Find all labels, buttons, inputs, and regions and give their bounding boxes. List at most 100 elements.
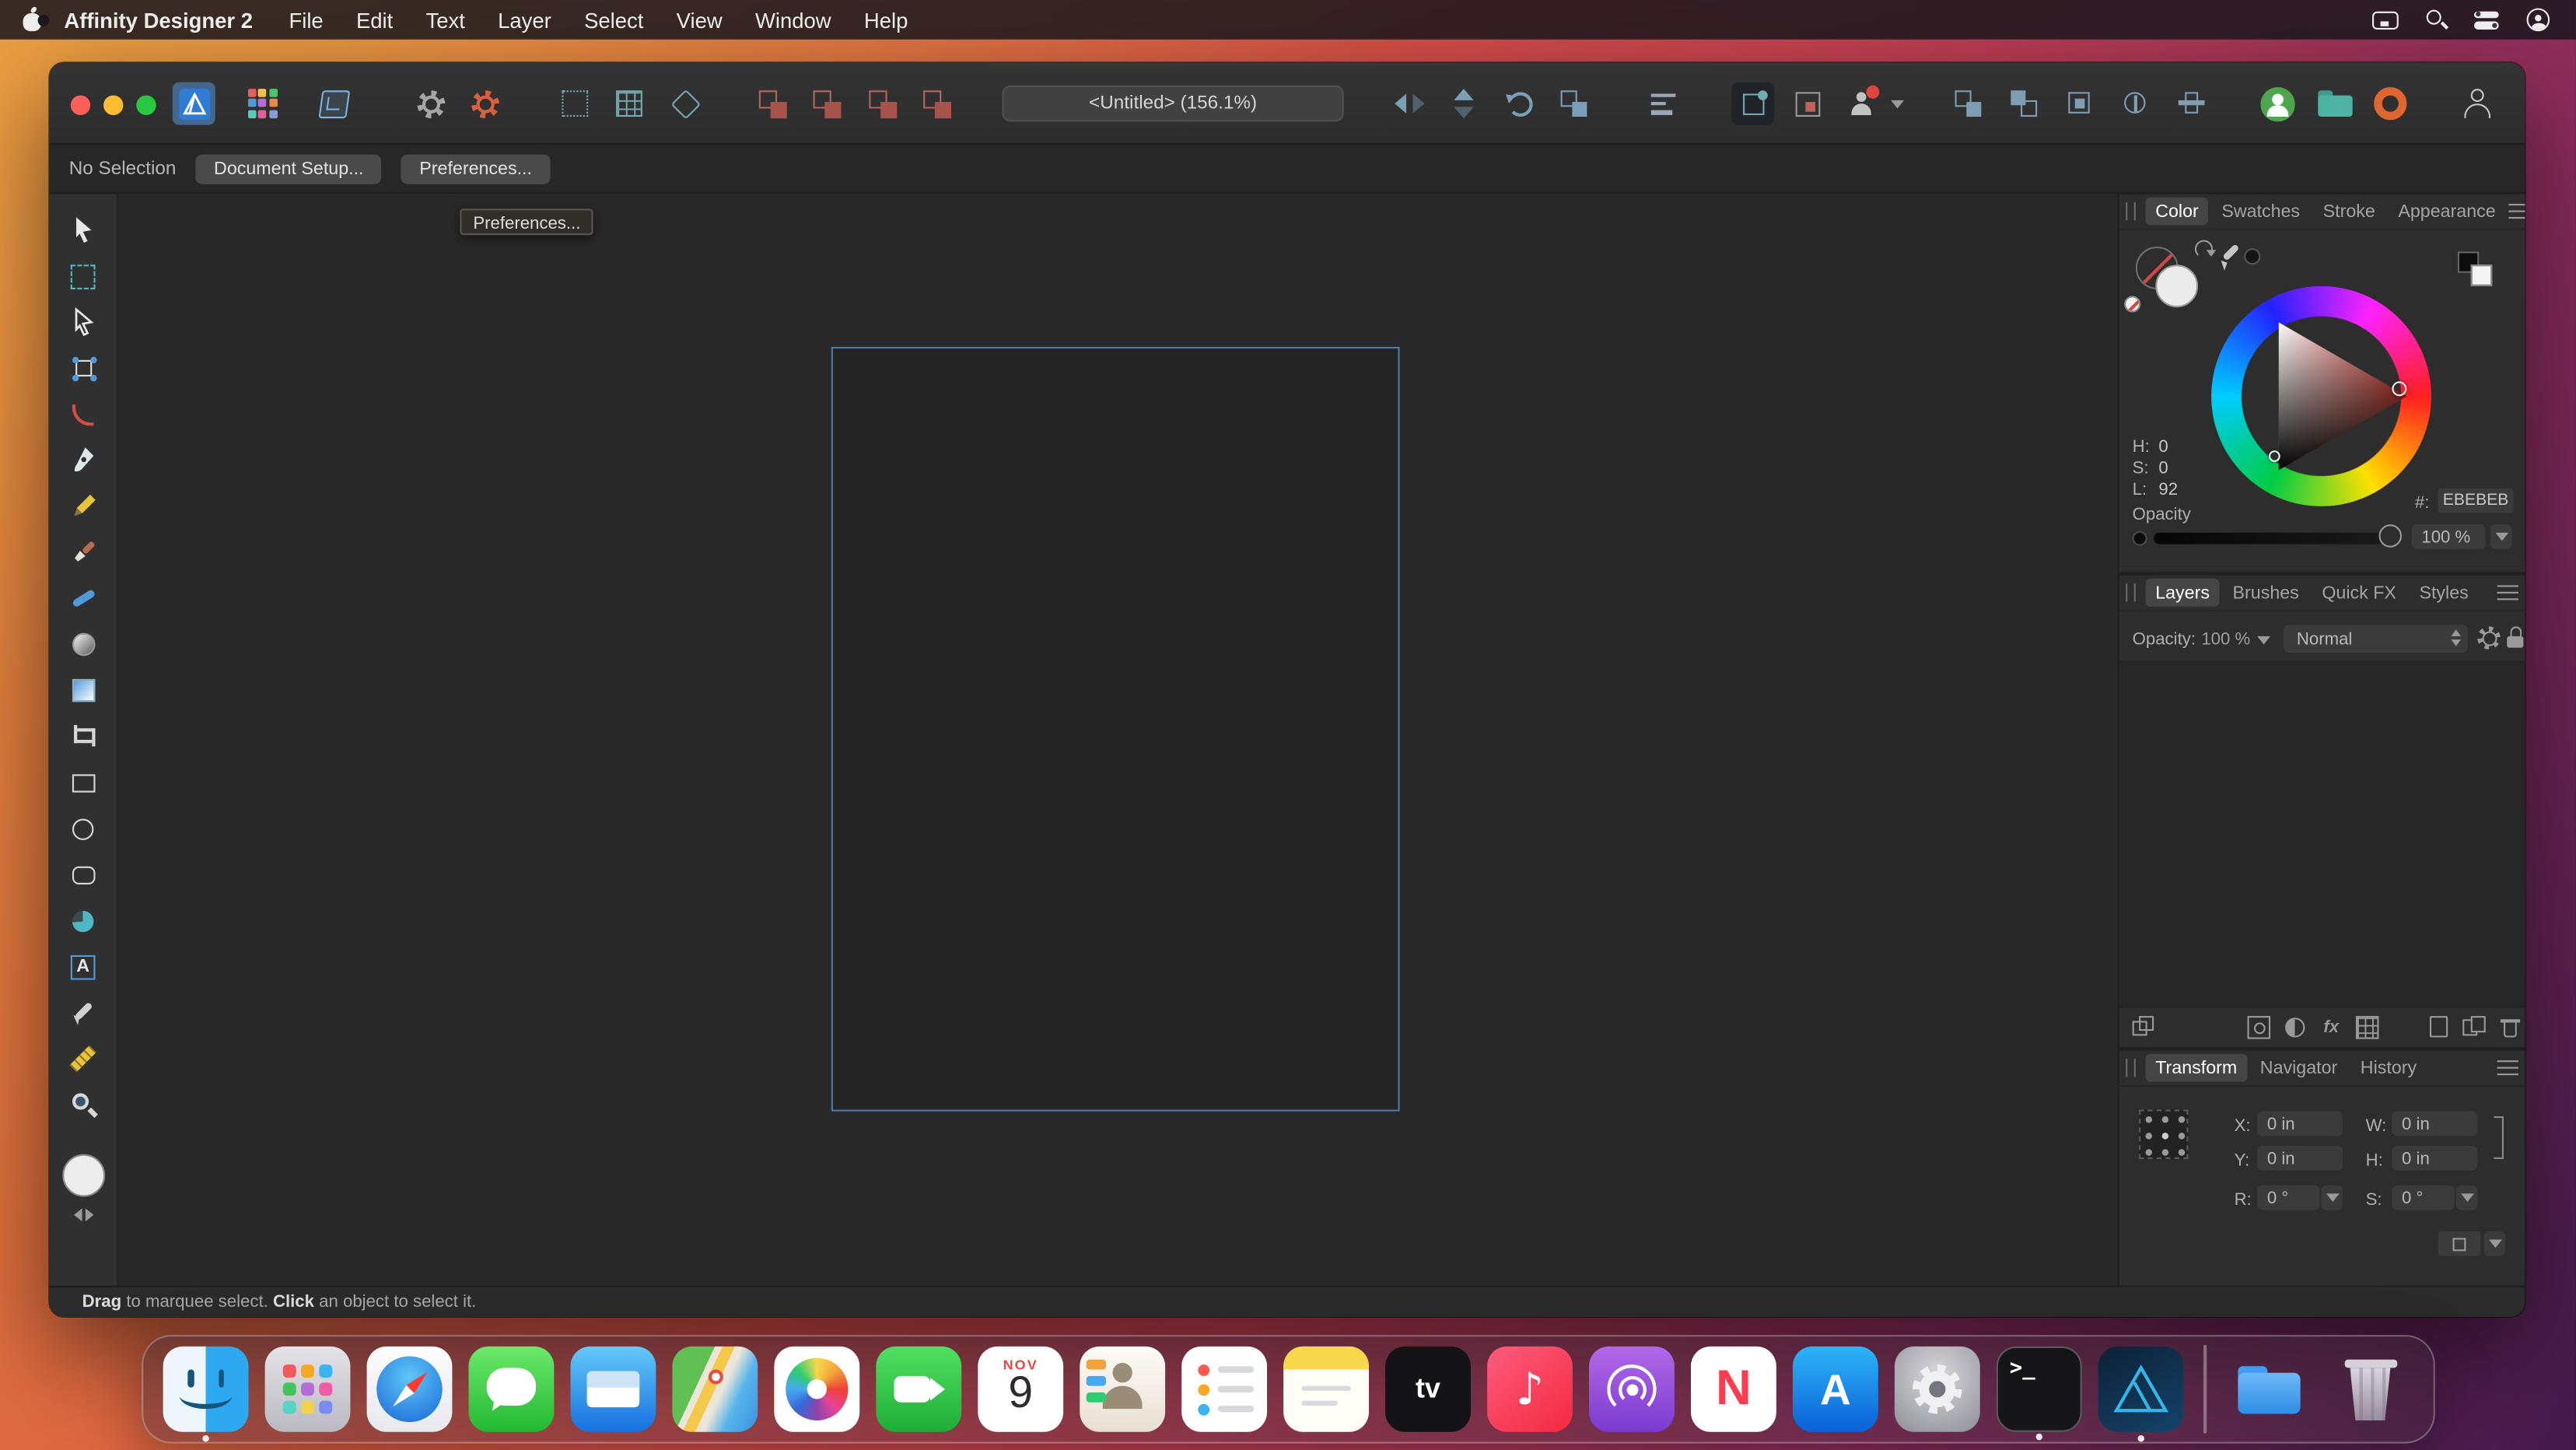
snap-dots-icon[interactable]: [554, 82, 597, 125]
transform-origin-chevron-down-icon[interactable]: [2484, 1231, 2505, 1256]
align-icon[interactable]: [1641, 82, 1684, 125]
node-tool-icon[interactable]: [63, 303, 103, 342]
account-badge-icon[interactable]: [2256, 82, 2298, 125]
document-setup-button[interactable]: Document Setup...: [196, 154, 382, 184]
arrange-backward-icon[interactable]: [2003, 82, 2046, 125]
rotation-chevron-down-icon[interactable]: [2322, 1186, 2343, 1210]
vector-brush-tool-icon[interactable]: [63, 579, 103, 618]
flip-horizontal-icon[interactable]: [1388, 82, 1431, 125]
menu-window[interactable]: Window: [755, 8, 831, 33]
default-white-swatch[interactable]: [2471, 264, 2492, 285]
dock-apple-tv[interactable]: tv: [1385, 1347, 1471, 1432]
live-filter-icon[interactable]: [2356, 1016, 2379, 1039]
tab-styles[interactable]: Styles: [2410, 579, 2479, 607]
dock-messages[interactable]: [469, 1347, 555, 1432]
rotation-field[interactable]: 0 °: [2257, 1186, 2319, 1210]
text-tool-icon[interactable]: A: [63, 947, 103, 986]
artboard-tool-icon[interactable]: [63, 257, 103, 296]
tab-transform[interactable]: Transform: [2146, 1054, 2247, 1082]
rectangle-tool-icon[interactable]: [63, 763, 103, 803]
insert-behind-icon[interactable]: [751, 82, 793, 125]
dock-affinity-designer[interactable]: [2098, 1347, 2184, 1432]
hex-input[interactable]: EBEBEB: [2438, 489, 2514, 513]
opacity-slider-track[interactable]: [2154, 533, 2390, 545]
dock-contacts[interactable]: [1080, 1347, 1165, 1432]
pixel-persona-icon[interactable]: [241, 82, 284, 125]
lock-icon[interactable]: [2507, 626, 2523, 647]
dock-trash[interactable]: [2327, 1347, 2413, 1432]
assistant-icon[interactable]: [1840, 82, 1883, 125]
dock-app-store[interactable]: A: [1793, 1347, 1878, 1432]
color-selector-marker[interactable]: [2392, 381, 2406, 396]
dock-podcasts[interactable]: [1589, 1347, 1675, 1432]
arrange-forward-icon[interactable]: [1947, 82, 1990, 125]
layer-effects-icon[interactable]: fx: [2319, 1016, 2343, 1039]
app-menu-title[interactable]: Affinity Designer 2: [64, 8, 253, 33]
dock-news[interactable]: N: [1691, 1347, 1776, 1432]
menu-view[interactable]: View: [677, 8, 723, 33]
menu-layer[interactable]: Layer: [498, 8, 551, 33]
dock-maps[interactable]: [672, 1347, 758, 1432]
user-menu-icon[interactable]: [2527, 9, 2550, 32]
transparency-tool-icon[interactable]: [63, 671, 103, 710]
layers-opacity-value[interactable]: 100 %: [2201, 629, 2250, 649]
dock-music[interactable]: ♪: [1487, 1347, 1573, 1432]
split-view-icon[interactable]: [2170, 82, 2213, 125]
menu-help[interactable]: Help: [864, 8, 908, 33]
dock-reminders[interactable]: [1181, 1347, 1267, 1432]
x-field[interactable]: 0 in: [2257, 1112, 2343, 1137]
panel-menu-icon[interactable]: [2497, 585, 2518, 600]
replace-selection-icon[interactable]: [915, 82, 957, 125]
shapes-tool-icon[interactable]: [63, 901, 103, 940]
opacity-value-box[interactable]: 100 %: [2412, 524, 2486, 549]
w-field[interactable]: 0 in: [2392, 1112, 2477, 1137]
new-group-icon[interactable]: [2462, 1016, 2486, 1039]
dock-downloads[interactable]: [2226, 1347, 2312, 1432]
panel-grip-icon[interactable]: [2126, 1059, 2136, 1077]
screen-mirroring-icon[interactable]: [2372, 11, 2399, 29]
color-wheel[interactable]: [2211, 286, 2431, 506]
move-tool-icon[interactable]: [63, 211, 103, 250]
dock-calendar[interactable]: NOV 9: [978, 1347, 1063, 1432]
dock-facetime[interactable]: [876, 1347, 961, 1432]
color-picker-tool-icon[interactable]: [63, 993, 103, 1032]
delete-layer-trash-icon[interactable]: [2499, 1016, 2522, 1039]
shear-chevron-down-icon[interactable]: [2456, 1186, 2477, 1210]
account-icon[interactable]: [2456, 82, 2499, 125]
brush-tool-icon[interactable]: [63, 533, 103, 573]
menu-file[interactable]: File: [289, 8, 323, 33]
assistant-chevron-down-icon[interactable]: [1886, 82, 1909, 125]
menu-text[interactable]: Text: [426, 8, 465, 33]
dock-terminal[interactable]: >_: [1997, 1347, 2082, 1432]
search-icon[interactable]: [2427, 10, 2446, 30]
control-center-icon[interactable]: [2474, 11, 2499, 29]
snap-grid-icon[interactable]: [608, 82, 651, 125]
point-transform-tool-icon[interactable]: [63, 348, 103, 388]
pen-tool-icon[interactable]: [63, 440, 103, 480]
hue-selector-marker[interactable]: [2269, 450, 2280, 462]
duplicate-layer-icon[interactable]: [2133, 1016, 2156, 1039]
close-button[interactable]: [71, 96, 90, 115]
donut-icon[interactable]: [2369, 82, 2412, 125]
minimize-button[interactable]: [103, 96, 123, 115]
insert-inside-icon[interactable]: [861, 82, 904, 125]
panel-menu-icon[interactable]: [2509, 204, 2525, 219]
tab-color[interactable]: Color: [2146, 198, 2209, 226]
mask-layer-icon[interactable]: [2247, 1016, 2270, 1039]
h-field[interactable]: 0 in: [2392, 1146, 2477, 1171]
opacity-chevron-down-icon[interactable]: [2490, 524, 2511, 549]
document-title-button[interactable]: <Untitled> (156.1%): [1002, 86, 1343, 121]
menu-select[interactable]: Select: [584, 8, 643, 33]
swap-fill-stroke-icon[interactable]: [2195, 240, 2213, 258]
opacity-slider-knob[interactable]: [2378, 524, 2402, 548]
layer-settings-gear-icon[interactable]: [2477, 626, 2501, 650]
link-width-height-icon[interactable]: [2494, 1116, 2504, 1159]
blend-mode-select[interactable]: Normal: [2284, 625, 2468, 653]
corner-tool-icon[interactable]: [63, 394, 103, 434]
dock-safari[interactable]: [367, 1347, 453, 1432]
panel-grip-icon[interactable]: [2126, 583, 2136, 601]
dock-launchpad[interactable]: [265, 1347, 351, 1432]
tab-navigator[interactable]: Navigator: [2250, 1054, 2347, 1082]
export-persona-icon[interactable]: [312, 82, 355, 125]
tab-layers[interactable]: Layers: [2146, 579, 2220, 607]
